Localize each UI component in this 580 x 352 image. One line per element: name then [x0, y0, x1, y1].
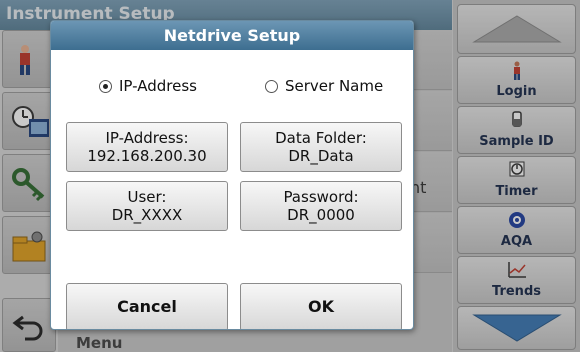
- server-name-radio[interactable]: Server Name: [265, 77, 383, 95]
- user-label: User:: [127, 188, 167, 206]
- server-name-radio-label: Server Name: [285, 77, 384, 95]
- ip-address-radio-label: IP-Address: [119, 77, 197, 95]
- ip-address-label: IP-Address:: [105, 129, 189, 147]
- netdrive-setup-dialog: Netdrive Setup IP-Address Server Name IP…: [50, 20, 414, 330]
- user-value: DR_XXXX: [111, 206, 183, 224]
- radio-unselected-icon: [265, 79, 278, 93]
- data-folder-label: Data Folder:: [275, 129, 367, 147]
- data-folder-button[interactable]: Data Folder: DR_Data: [240, 122, 402, 172]
- password-label: Password:: [283, 188, 359, 206]
- password-button[interactable]: Password: DR_0000: [240, 181, 402, 231]
- ok-button[interactable]: OK: [240, 283, 402, 329]
- data-folder-value: DR_Data: [288, 147, 354, 165]
- cancel-button[interactable]: Cancel: [66, 283, 228, 329]
- user-button[interactable]: User: DR_XXXX: [66, 181, 228, 231]
- radio-selected-icon: [99, 79, 112, 93]
- dialog-title: Netdrive Setup: [51, 21, 413, 50]
- ip-address-radio[interactable]: IP-Address: [99, 77, 197, 95]
- ip-address-value: 192.168.200.30: [87, 147, 207, 165]
- password-value: DR_0000: [287, 206, 355, 224]
- ip-address-button[interactable]: IP-Address: 192.168.200.30: [66, 122, 228, 172]
